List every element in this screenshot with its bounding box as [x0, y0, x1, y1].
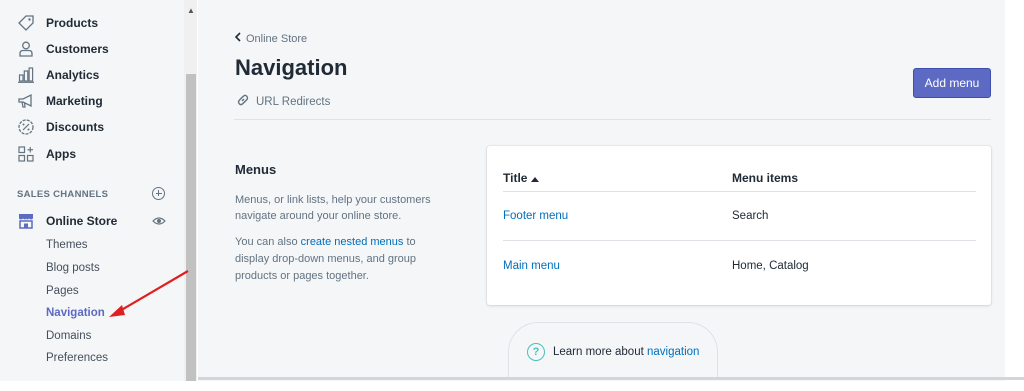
sort-ascending-icon	[531, 171, 540, 185]
menus-description: Menus, or link lists, help your customer…	[235, 194, 431, 222]
page-title: Navigation	[235, 55, 348, 80]
menu-title-link[interactable]: Main menu	[503, 260, 560, 272]
page-margin	[1005, 0, 1024, 381]
scroll-up-arrow-icon[interactable]: ▲	[185, 6, 197, 16]
sidebar-item-label: Marketing	[46, 94, 103, 108]
row-divider	[503, 191, 976, 192]
sidebar-item-label: Online Store	[46, 214, 118, 228]
menu-title-link[interactable]: Footer menu	[503, 210, 568, 222]
sidebar-item-label: Products	[46, 16, 99, 30]
megaphone-icon	[16, 91, 36, 111]
sidebar-subitem-blog-posts[interactable]: Blog posts	[46, 262, 100, 274]
add-sales-channel-icon[interactable]	[152, 187, 165, 200]
sidebar-subitem-pages[interactable]: Pages	[46, 285, 79, 297]
learn-more-text: Learn more about navigation	[553, 346, 699, 358]
column-header-label: Title	[503, 171, 528, 185]
breadcrumb-label: Online Store	[246, 32, 308, 45]
bottom-border	[198, 377, 1024, 380]
sales-channels-heading: SALES CHANNELS	[17, 189, 109, 200]
apps-icon	[16, 144, 36, 164]
sidebar-item-label: Apps	[46, 147, 76, 161]
sidebar-subitem-domains[interactable]: Domains	[46, 330, 91, 342]
column-header-title[interactable]: Title	[503, 171, 540, 185]
sidebar-scrollbar-thumb[interactable]	[186, 74, 196, 381]
url-redirects-label: URL Redirects	[256, 95, 331, 108]
menu-items-cell: Search	[732, 210, 769, 222]
sidebar-subitem-themes[interactable]: Themes	[46, 239, 88, 251]
header-divider	[234, 119, 991, 120]
help-icon: ?	[527, 343, 545, 361]
menus-table-card: Title Menu items Footer menu Search Main…	[487, 146, 991, 305]
eye-icon[interactable]	[152, 214, 166, 233]
breadcrumb[interactable]: Online Store	[234, 32, 307, 45]
sidebar-item-label: Analytics	[46, 68, 100, 82]
navigation-help-link[interactable]: navigation	[647, 346, 699, 358]
learn-more: ? Learn more about navigation	[527, 343, 699, 361]
sidebar-subitem-preferences[interactable]: Preferences	[46, 352, 108, 364]
sidebar-item-label: Customers	[46, 42, 109, 56]
row-divider	[503, 240, 976, 241]
person-icon	[16, 39, 36, 59]
menus-heading: Menus	[235, 162, 277, 177]
sidebar-subitem-navigation[interactable]: Navigation	[46, 307, 105, 319]
sidebar-item-label: Discounts	[46, 120, 105, 134]
chevron-left-icon	[234, 32, 242, 45]
create-nested-menus-link[interactable]: create nested menus	[301, 236, 404, 248]
annotation-arrow-icon	[109, 270, 189, 317]
learn-more-prefix: Learn more about	[553, 346, 647, 358]
url-redirects-link[interactable]: URL Redirects	[236, 93, 330, 110]
nested-prefix: You can also	[235, 236, 301, 248]
menu-items-cell: Home, Catalog	[732, 260, 809, 272]
add-menu-button[interactable]: Add menu	[913, 68, 991, 98]
bar-chart-icon	[16, 65, 36, 85]
column-header-menu-items: Menu items	[732, 171, 799, 185]
store-icon	[16, 211, 36, 231]
tag-icon	[16, 13, 36, 33]
discount-icon	[16, 117, 36, 137]
page-bottom-margin	[0, 381, 1024, 391]
link-icon	[236, 93, 250, 110]
nested-menus-description: You can also create nested menus to disp…	[235, 234, 450, 285]
